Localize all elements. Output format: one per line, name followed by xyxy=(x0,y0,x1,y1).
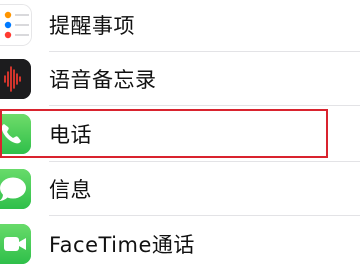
phone-icon xyxy=(0,114,31,154)
voice-memos-label: 语音备忘录 xyxy=(49,68,157,92)
reminders-icon xyxy=(0,5,31,45)
voice-memos-icon xyxy=(0,59,31,99)
settings-row-voice-memos[interactable]: 语音备忘录 xyxy=(0,52,360,106)
settings-app-list: 提醒事项 语音备忘录 电话 信息 FaceTime通话 xyxy=(0,0,360,270)
phone-label: 电话 xyxy=(49,123,92,147)
facetime-label: FaceTime通话 xyxy=(49,233,195,257)
facetime-icon xyxy=(0,224,31,264)
settings-row-facetime[interactable]: FaceTime通话 xyxy=(0,216,360,270)
settings-row-messages[interactable]: 信息 xyxy=(0,162,360,216)
messages-label: 信息 xyxy=(49,178,92,202)
settings-row-phone[interactable]: 电话 xyxy=(0,106,360,162)
reminders-label: 提醒事项 xyxy=(49,14,135,38)
messages-icon xyxy=(0,169,31,209)
settings-row-reminders[interactable]: 提醒事项 xyxy=(0,0,360,52)
